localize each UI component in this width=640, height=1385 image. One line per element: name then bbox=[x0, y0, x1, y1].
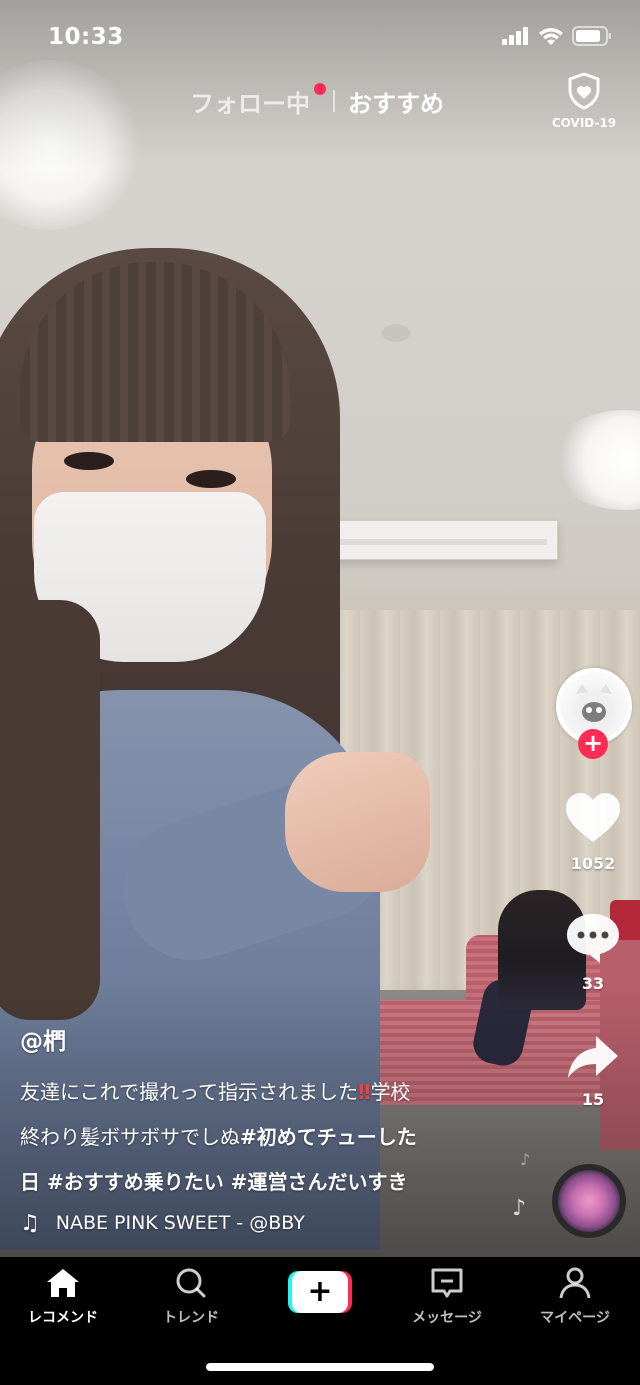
share-count: 15 bbox=[581, 1090, 605, 1109]
like-count: 1052 bbox=[570, 854, 616, 873]
nav-inbox[interactable]: メッセージ bbox=[392, 1267, 502, 1327]
caption-line-2: 終わり髪ボサボサでしぬ#初めてチューした bbox=[20, 1125, 417, 1149]
music-note-icon: ♫ bbox=[20, 1210, 40, 1236]
following-notification-dot bbox=[314, 83, 326, 95]
tab-following[interactable]: フォロー中 bbox=[190, 84, 310, 119]
comment-icon bbox=[567, 914, 619, 963]
sound-row[interactable]: ♫ NABE PINK SWEET - @BBY bbox=[20, 1206, 340, 1240]
like-button[interactable]: 1052 bbox=[560, 792, 626, 873]
feed-tabs: フォロー中 おすすめ bbox=[0, 80, 640, 124]
signal-icon bbox=[502, 27, 528, 45]
search-icon bbox=[176, 1268, 206, 1298]
sound-title: NABE PINK SWEET - @BBY bbox=[55, 1212, 305, 1234]
battery-icon bbox=[572, 26, 611, 46]
person-eye bbox=[64, 452, 114, 470]
share-icon bbox=[568, 1036, 618, 1078]
nav-home[interactable]: レコメンド bbox=[8, 1267, 118, 1327]
caption-line-1: 友達にこれで撮れって指示されました‼学校 bbox=[20, 1080, 411, 1104]
covid-button[interactable]: COVID-19 bbox=[548, 72, 620, 130]
person-hair-front bbox=[0, 600, 100, 1020]
creator-username[interactable]: @椚 bbox=[20, 1022, 66, 1056]
shield-icon bbox=[568, 72, 600, 110]
person-fist bbox=[285, 752, 430, 892]
tab-for-you[interactable]: おすすめ bbox=[348, 84, 444, 119]
air-conditioner bbox=[318, 520, 558, 560]
covid-label: COVID-19 bbox=[551, 116, 617, 130]
comment-count: 33 bbox=[581, 974, 605, 993]
ceiling-detector bbox=[382, 324, 410, 342]
profile-icon bbox=[559, 1267, 591, 1299]
wifi-icon bbox=[539, 27, 563, 45]
plus-icon: + bbox=[292, 1271, 348, 1313]
follow-button[interactable]: + bbox=[578, 729, 608, 759]
heart-icon bbox=[566, 793, 620, 842]
home-indicator[interactable] bbox=[206, 1363, 434, 1371]
tab-divider bbox=[333, 90, 335, 112]
share-button[interactable]: 15 bbox=[560, 1034, 626, 1109]
create-video-button[interactable]: + bbox=[288, 1271, 352, 1313]
status-time: 10:33 bbox=[48, 24, 124, 50]
nav-profile[interactable]: マイページ bbox=[520, 1267, 630, 1327]
caption-line-3[interactable]: 日 #おすすめ乗りたい #運営さんだいすき bbox=[20, 1160, 540, 1205]
inbox-icon bbox=[431, 1268, 463, 1298]
status-icons bbox=[502, 26, 612, 46]
post-caption: 友達にこれで撮れって指示されました‼学校 終わり髪ボサボサでしぬ#初めてチューし… bbox=[20, 1070, 540, 1205]
double-exclamation-icon: ‼ bbox=[358, 1080, 371, 1104]
nav-discover[interactable]: トレンド bbox=[136, 1267, 246, 1327]
hashtag[interactable]: #初めてチューした bbox=[240, 1125, 417, 1149]
sound-disc[interactable] bbox=[552, 1164, 626, 1238]
person-eye bbox=[186, 470, 236, 488]
video-player[interactable] bbox=[0, 0, 640, 1257]
home-icon bbox=[47, 1269, 79, 1297]
comment-button[interactable]: 33 bbox=[560, 912, 626, 993]
ceiling-light bbox=[550, 410, 640, 510]
